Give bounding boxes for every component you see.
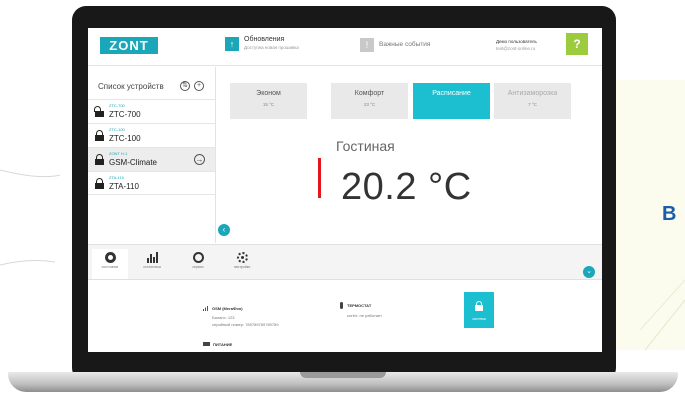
- sort-icon[interactable]: ⇅: [180, 81, 190, 91]
- serial-number: серийный номер: 789789789789789: [212, 322, 279, 327]
- page: В ZONT ↑ Обновления Доступна новая проши…: [0, 0, 685, 397]
- tab-service[interactable]: сервис: [180, 249, 216, 279]
- device-sidebar: Список устройств ⇅ + ZTC-700 ZTC-700 ZTC…: [88, 67, 216, 243]
- thermometer-icon: [340, 302, 343, 309]
- gsm-title: GSM (МегаФон): [212, 306, 243, 311]
- mode-comfort[interactable]: Комфорт 23 °C: [331, 83, 408, 119]
- chart-icon: [146, 252, 158, 263]
- mode-label: Эконом: [256, 90, 281, 97]
- bottom-tab-bar: состояние статистика сервис настройки: [88, 244, 602, 280]
- battery-icon: [203, 342, 210, 346]
- mode-antifreeze[interactable]: Антизаморозка 7 °C: [494, 83, 571, 119]
- system-lock-button[interactable]: система: [464, 292, 494, 328]
- add-device-icon[interactable]: +: [194, 81, 204, 91]
- power-title: ПИТАНИЕ: [213, 342, 233, 347]
- lock-icon: [95, 154, 104, 165]
- mode-temp: 23 °C: [363, 102, 376, 107]
- mode-label: Комфорт: [354, 90, 385, 97]
- tab-label: сервис: [192, 265, 204, 269]
- device-name: ZTA-110: [109, 182, 139, 191]
- tab-statistics[interactable]: статистика: [134, 249, 170, 279]
- device-name: ZTC-100: [109, 134, 141, 143]
- device-name: ZTC-700: [109, 110, 141, 119]
- tab-status[interactable]: состояние: [92, 249, 128, 279]
- mode-economy[interactable]: Эконом 15 °C: [230, 83, 307, 119]
- updates-icon[interactable]: ↑: [225, 37, 239, 51]
- signal-icon: [203, 306, 208, 311]
- updates-subtitle: Доступна новая прошивка: [244, 45, 299, 50]
- lock-label: система: [472, 317, 486, 321]
- device-open-icon[interactable]: →: [194, 154, 205, 165]
- device-item-selected[interactable]: ZONT H-1 GSM-Climate →: [88, 147, 215, 171]
- boiler-status: котёл: не работает: [347, 313, 382, 318]
- mode-label: Антизаморозка: [507, 90, 558, 97]
- events-icon[interactable]: !: [360, 38, 374, 52]
- tab-label: состояние: [101, 265, 119, 269]
- collapse-sidebar-icon[interactable]: ‹: [218, 224, 230, 236]
- tab-label: настройки: [233, 265, 251, 269]
- device-item[interactable]: ZTC-700 ZTC-700: [88, 99, 215, 123]
- unlock-icon: [94, 106, 104, 117]
- events-title[interactable]: Важные события: [379, 41, 430, 48]
- lock-icon: [95, 178, 104, 189]
- device-list-title: Список устройств: [98, 82, 164, 91]
- device-item[interactable]: ZTA-110 ZTA-110: [88, 171, 215, 195]
- top-bar: ZONT ↑ Обновления Доступна новая прошивк…: [88, 28, 602, 66]
- mode-schedule[interactable]: Расписание: [413, 83, 490, 119]
- device-item[interactable]: ZTC-100 ZTC-100: [88, 123, 215, 147]
- status-icon: [104, 252, 116, 263]
- device-code: ZONT H-1: [109, 151, 128, 156]
- device-code: ZTC-100: [109, 127, 125, 132]
- expand-chevron-down-icon[interactable]: ⌄: [583, 266, 595, 278]
- thermostat-title: ТЕРМОСТАТ: [347, 303, 372, 308]
- gsm-balance: Баланс: 123: [212, 315, 235, 320]
- mode-label: Расписание: [432, 90, 471, 97]
- device-details: GSM (МегаФон) Баланс: 123 серийный номер…: [88, 281, 602, 352]
- tab-settings[interactable]: настройки: [224, 249, 260, 279]
- updates-title[interactable]: Обновления: [244, 36, 284, 43]
- zont-logo[interactable]: ZONT: [100, 37, 158, 54]
- wrench-icon: [192, 252, 204, 263]
- help-button[interactable]: ?: [566, 33, 588, 55]
- device-code: ZTA-110: [109, 175, 124, 180]
- laptop-notch: [300, 372, 386, 378]
- mode-temp: 7 °C: [528, 102, 537, 107]
- device-code: ZTC-700: [109, 103, 125, 108]
- tab-label: статистика: [143, 265, 161, 269]
- temperature-indicator-bar: [318, 158, 321, 198]
- app-screen: ZONT ↑ Обновления Доступна новая прошивк…: [88, 28, 602, 352]
- mode-temp: 15 °C: [262, 102, 275, 107]
- lock-icon: [475, 301, 483, 311]
- user-email: test@zont-online.ru: [496, 46, 536, 51]
- room-name: Гостиная: [336, 138, 395, 154]
- user-name[interactable]: Демо пользователь: [496, 39, 537, 44]
- gear-icon: [236, 252, 248, 263]
- room-temperature: 20.2 °C: [341, 166, 472, 208]
- lock-icon: [95, 130, 104, 141]
- device-name: GSM-Climate: [109, 158, 158, 167]
